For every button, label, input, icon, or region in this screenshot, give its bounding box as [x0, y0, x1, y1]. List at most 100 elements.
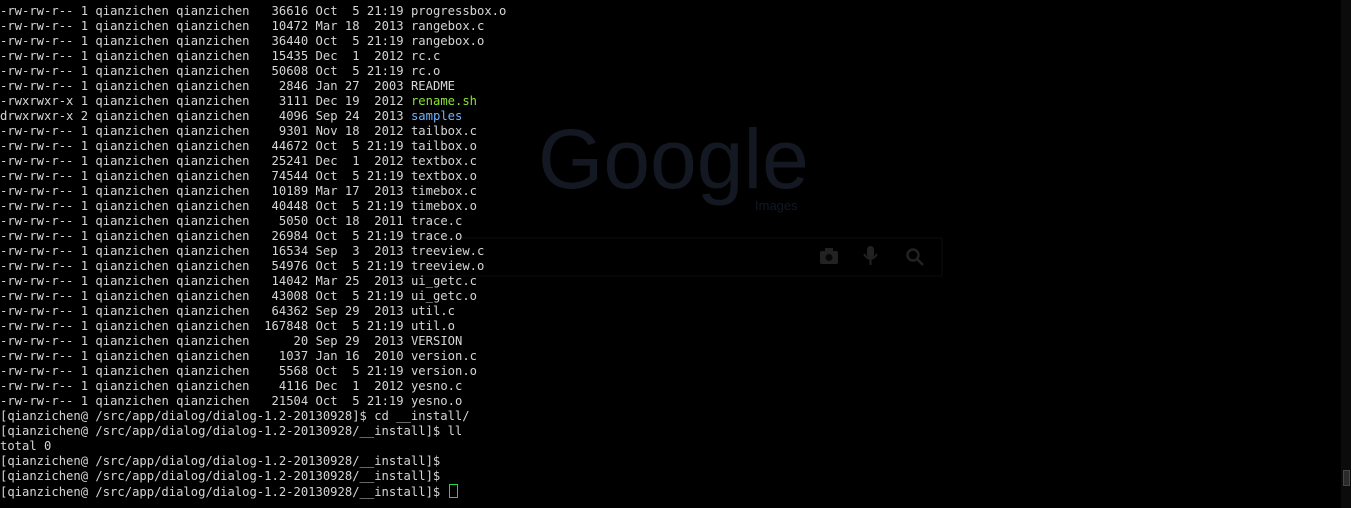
file-date: Oct 5 21:19	[315, 289, 404, 303]
file-owner: qianzichen	[95, 349, 169, 363]
listing-row: -rw-rw-r-- 1 qianzichen qianzichen 16784…	[0, 319, 506, 334]
file-link-count: 1	[80, 64, 89, 78]
listing-row: -rw-rw-r-- 1 qianzichen qianzichen 25241…	[0, 154, 506, 169]
file-size: 40448	[271, 199, 309, 213]
file-date: Oct 5 21:19	[315, 169, 404, 183]
file-group: qianzichen	[176, 94, 250, 108]
terminal-output[interactable]: -rw-rw-r-- 1 qianzichen qianzichen 36616…	[0, 4, 506, 499]
file-owner: qianzichen	[95, 364, 169, 378]
file-date: Oct 5 21:19	[315, 364, 404, 378]
listing-row: -rw-rw-r-- 1 qianzichen qianzichen 21504…	[0, 394, 506, 409]
file-size: 74544	[271, 169, 309, 183]
file-link-count: 2	[80, 109, 89, 123]
file-group: qianzichen	[176, 319, 250, 333]
microphone-icon	[863, 246, 878, 265]
file-name: timebox.o	[410, 199, 477, 213]
file-name: rangebox.o	[410, 34, 485, 48]
file-link-count: 1	[80, 379, 89, 393]
listing-row: -rw-rw-r-- 1 qianzichen qianzichen 4116 …	[0, 379, 506, 394]
file-link-count: 1	[80, 199, 89, 213]
file-owner: qianzichen	[95, 229, 169, 243]
file-group: qianzichen	[176, 49, 250, 63]
file-owner: qianzichen	[95, 259, 169, 273]
wallpaper-logo-sub: Images	[755, 198, 798, 213]
file-owner: qianzichen	[95, 34, 169, 48]
file-group: qianzichen	[176, 64, 250, 78]
file-size: 3111	[278, 94, 309, 108]
file-date: Dec 1 2012	[315, 49, 404, 63]
scrollbar-thumb[interactable]	[1343, 470, 1350, 486]
search-icon	[906, 248, 924, 266]
file-owner: qianzichen	[95, 334, 169, 348]
file-date: Mar 17 2013	[315, 184, 404, 198]
file-group: qianzichen	[176, 4, 250, 18]
file-owner: qianzichen	[95, 154, 169, 168]
file-name: yesno.c	[410, 379, 463, 393]
file-permissions: -rw-rw-r--	[0, 184, 74, 198]
file-name: README	[410, 79, 455, 93]
file-owner: qianzichen	[95, 169, 169, 183]
file-name: yesno.o	[410, 394, 463, 408]
file-link-count: 1	[80, 274, 89, 288]
file-group: qianzichen	[176, 109, 250, 123]
file-date: Oct 5 21:19	[315, 34, 404, 48]
file-date: Oct 5 21:19	[315, 199, 404, 213]
file-permissions: -rw-rw-r--	[0, 334, 74, 348]
listing-row: -rw-rw-r-- 1 qianzichen qianzichen 16534…	[0, 244, 506, 259]
file-owner: qianzichen	[95, 4, 169, 18]
file-size: 4096	[278, 109, 309, 123]
file-link-count: 1	[80, 289, 89, 303]
file-name: tailbox.c	[410, 124, 478, 138]
file-size: 44672	[271, 139, 309, 153]
file-group: qianzichen	[176, 229, 250, 243]
text-cursor[interactable]	[448, 484, 458, 498]
file-permissions: -rw-rw-r--	[0, 349, 74, 363]
file-link-count: 1	[80, 229, 89, 243]
file-permissions: -rw-rw-r--	[0, 394, 74, 408]
file-permissions: -rw-rw-r--	[0, 319, 74, 333]
file-permissions: -rw-rw-r--	[0, 214, 74, 228]
shell-line: [qianzichen@ /src/app/dialog/dialog-1.2-…	[0, 454, 441, 468]
file-link-count: 1	[80, 49, 89, 63]
file-size: 10189	[271, 184, 309, 198]
file-link-count: 1	[80, 319, 89, 333]
file-owner: qianzichen	[95, 319, 169, 333]
file-group: qianzichen	[176, 304, 250, 318]
listing-row: -rw-rw-r-- 1 qianzichen qianzichen 74544…	[0, 169, 506, 184]
file-name: rc.c	[410, 49, 441, 63]
file-date: Nov 18 2012	[315, 124, 404, 138]
file-group: qianzichen	[176, 244, 250, 258]
listing-row: -rw-rw-r-- 1 qianzichen qianzichen 1037 …	[0, 349, 506, 364]
file-name: textbox.c	[410, 154, 477, 168]
listing-row: -rw-rw-r-- 1 qianzichen qianzichen 54976…	[0, 259, 506, 274]
file-size: 36440	[271, 34, 309, 48]
file-link-count: 1	[80, 259, 89, 273]
file-date: Sep 29 2013	[315, 334, 404, 348]
file-group: qianzichen	[176, 379, 250, 393]
shell-line: [qianzichen@ /src/app/dialog/dialog-1.2-…	[0, 424, 463, 438]
listing-row: -rw-rw-r-- 1 qianzichen qianzichen 26984…	[0, 229, 506, 244]
file-date: Sep 24 2013	[315, 109, 404, 123]
file-permissions: -rw-rw-r--	[0, 244, 74, 258]
scrollbar-track[interactable]	[1341, 0, 1351, 508]
file-link-count: 1	[80, 184, 89, 198]
listing-row: -rw-rw-r-- 1 qianzichen qianzichen 14042…	[0, 274, 506, 289]
listing-row: -rw-rw-r-- 1 qianzichen qianzichen 64362…	[0, 304, 506, 319]
file-name: rangebox.c	[410, 19, 485, 33]
file-name: rc.o	[410, 64, 441, 78]
file-name: VERSION	[410, 334, 463, 348]
file-name: rename.sh	[410, 94, 478, 108]
file-link-count: 1	[80, 154, 89, 168]
file-permissions: -rw-rw-r--	[0, 274, 74, 288]
file-group: qianzichen	[176, 154, 250, 168]
file-owner: qianzichen	[95, 199, 169, 213]
file-group: qianzichen	[176, 259, 250, 273]
file-date: Oct 5 21:19	[315, 394, 404, 408]
file-date: Dec 1 2012	[315, 154, 404, 168]
file-permissions: -rw-rw-r--	[0, 199, 74, 213]
file-name: samples	[410, 109, 463, 123]
file-link-count: 1	[80, 139, 89, 153]
file-link-count: 1	[80, 124, 89, 138]
file-permissions: -rw-rw-r--	[0, 34, 74, 48]
terminal-window[interactable]: Google Images -rw-rw-r-- 1 qianzichen qi…	[0, 0, 1351, 508]
